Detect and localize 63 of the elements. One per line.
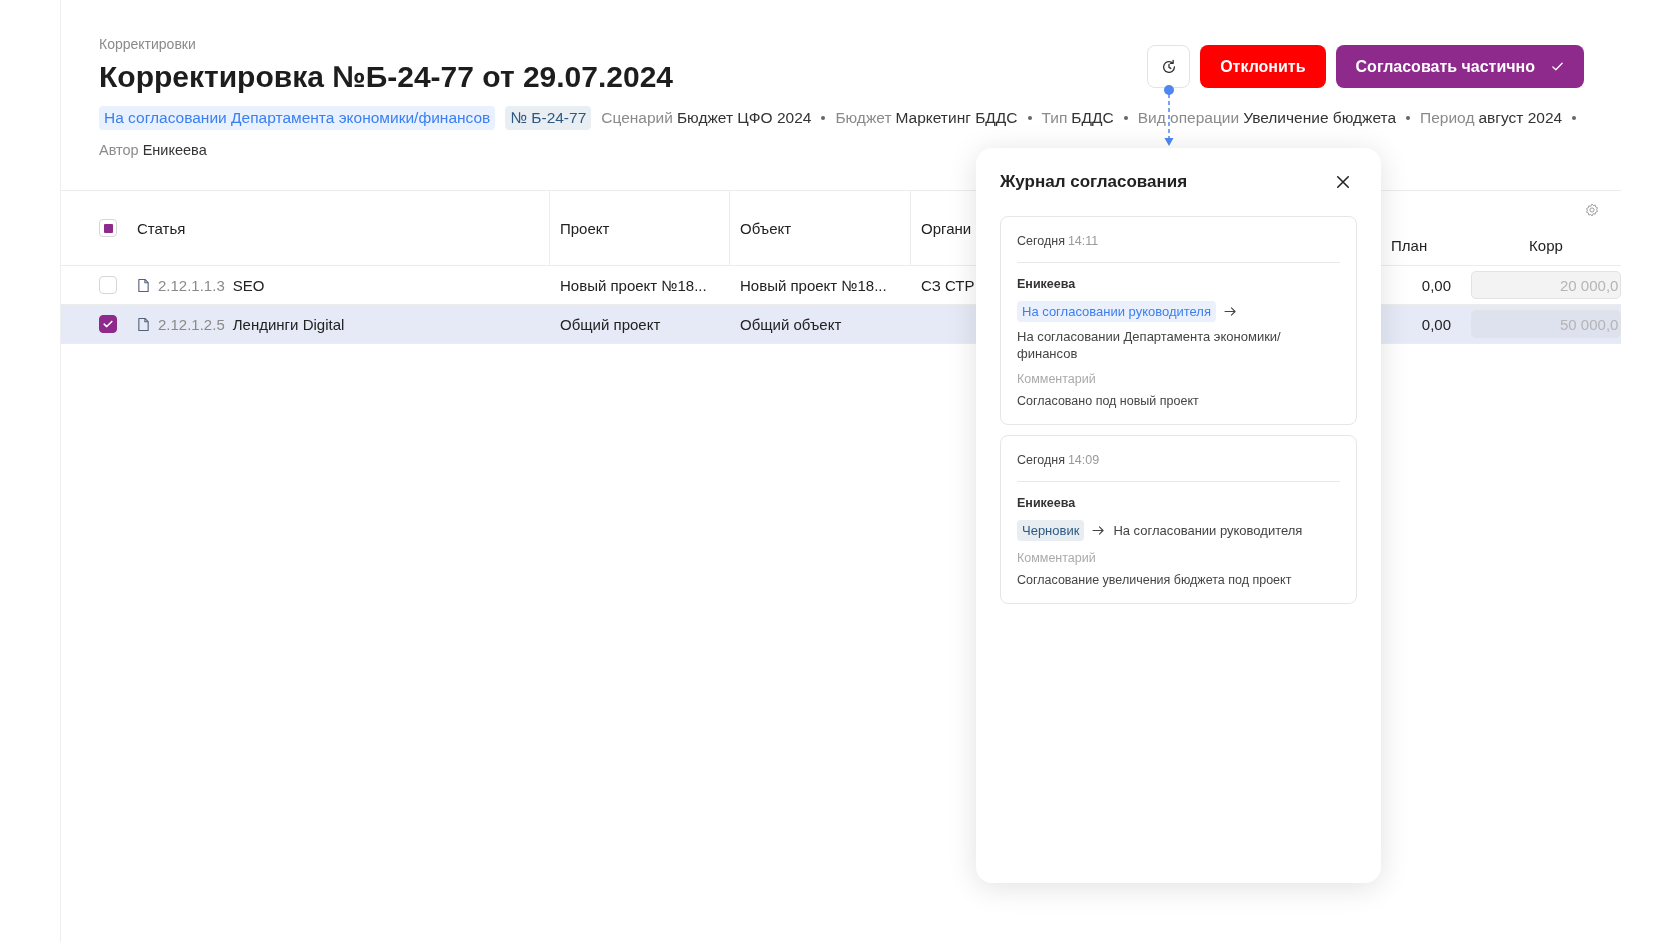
- separator-dot: [1123, 116, 1128, 120]
- entry-author: Еникеева: [1017, 277, 1077, 291]
- document-icon: [137, 316, 150, 332]
- article-code: 2.12.1.1.3: [158, 276, 225, 294]
- meta-value: Бюджет ЦФО 2024: [676, 109, 812, 126]
- approve-button[interactable]: Согласовать частично: [1335, 45, 1584, 88]
- meta-value: Маркетинг БДДС: [895, 109, 1018, 126]
- checkbox[interactable]: [99, 315, 117, 333]
- meta-value: август 2024: [1478, 109, 1563, 126]
- check-icon: [1551, 60, 1564, 73]
- meta-label: Тип: [1041, 109, 1068, 126]
- entry-time: 14:09: [1067, 453, 1100, 467]
- reject-button[interactable]: Отклонить: [1200, 45, 1326, 88]
- status-text: На согласовании руководителя: [1113, 522, 1303, 539]
- meta-label: Вид операции: [1137, 109, 1240, 126]
- entry-date: Сегодня: [1017, 234, 1065, 248]
- meta-value: Увеличение бюджета: [1243, 109, 1397, 126]
- separator-dot: [1406, 116, 1411, 120]
- separator-dot: [821, 116, 826, 120]
- column-header[interactable]: Корр: [1529, 237, 1563, 254]
- column-header[interactable]: Статья: [137, 219, 186, 237]
- meta-label: Сценарий: [601, 109, 673, 126]
- author-name: Еникеева: [142, 142, 207, 158]
- separator-dot: [1572, 116, 1577, 120]
- table-cell-text: 0,00: [1420, 314, 1452, 335]
- table-cell-text: Общий объект: [739, 314, 843, 335]
- panel-title: Журнал согласования: [1000, 172, 1188, 192]
- article-name: SEO: [232, 276, 265, 294]
- check-icon: [102, 318, 114, 330]
- page-title: Корректировка №Б-24-77 от 29.07.2024: [99, 60, 674, 94]
- document-icon: [137, 277, 150, 293]
- table-cell-text: 0,00: [1420, 275, 1452, 296]
- author-label: Автор: [99, 142, 139, 158]
- table-cell: СЗ СТР: [921, 276, 975, 294]
- meta-value: БДДС: [1071, 109, 1114, 126]
- comment-text: Согласование увеличения бюджета под проект: [1017, 573, 1293, 587]
- comment-text: Согласовано под новый проект: [1017, 394, 1200, 408]
- meta-label: Период: [1420, 109, 1475, 126]
- arrow-icon: [1224, 306, 1237, 317]
- status-tag: На согласовании Департамента экономики/финансов: [99, 106, 496, 130]
- article-name: Лендинги Digital: [232, 315, 345, 333]
- status-tag: Черновик: [1017, 520, 1085, 541]
- status-tag: На согласовании руководителя: [1017, 301, 1216, 322]
- column-header[interactable]: Проект: [560, 219, 610, 237]
- column-header[interactable]: Объект: [740, 219, 792, 237]
- table-cell-text: Новый проект №18...: [739, 275, 888, 296]
- table-cell-text: Новый проект №18...: [559, 275, 708, 296]
- comment-label: Комментарий: [1017, 551, 1097, 565]
- column-header[interactable]: План: [1391, 237, 1428, 254]
- comment-label: Комментарий: [1017, 372, 1097, 386]
- article-code: 2.12.1.2.5: [158, 315, 225, 333]
- meta-label: Бюджет: [835, 109, 892, 126]
- table-cell-text: Общий проект: [559, 314, 662, 335]
- entry-date: Сегодня: [1017, 453, 1065, 467]
- history-button[interactable]: [1147, 45, 1191, 88]
- entry-author: Еникеева: [1017, 496, 1077, 510]
- arrow-icon: [1092, 525, 1106, 536]
- close-icon[interactable]: [1336, 175, 1350, 189]
- column-header[interactable]: Органи: [921, 219, 972, 237]
- separator-dot: [1027, 116, 1032, 120]
- breadcrumb[interactable]: Корректировки: [99, 36, 674, 52]
- entry-time: 14:11: [1067, 234, 1099, 248]
- number-tag: № Б-24-77: [505, 106, 592, 130]
